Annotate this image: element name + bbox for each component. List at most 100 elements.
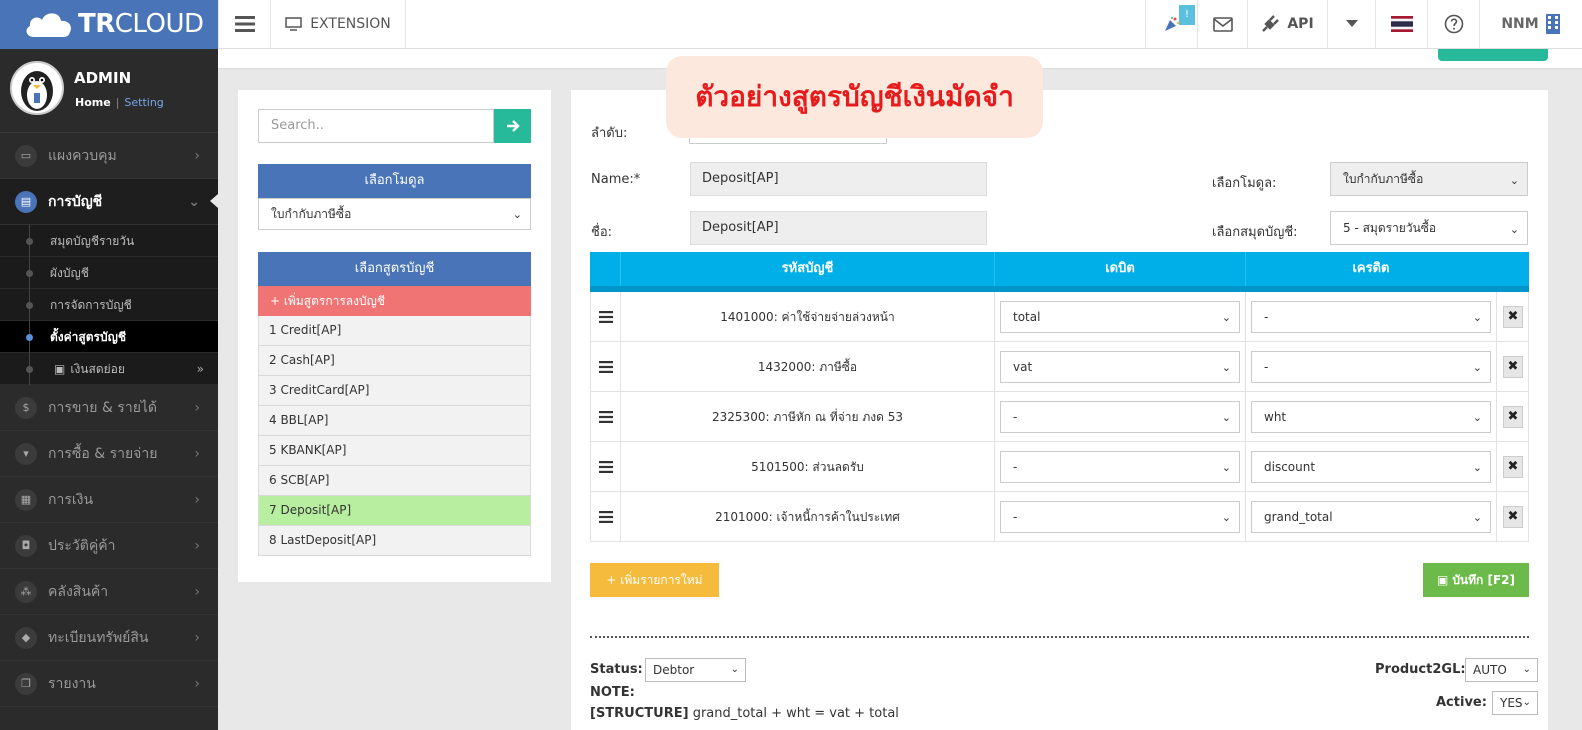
debit-select[interactable]: - ⌄ (1000, 401, 1240, 433)
sidebar-subitem-journal[interactable]: สมุดบัญชีรายวัน (0, 225, 218, 257)
chevron-down-icon: ⌄ (1522, 664, 1531, 675)
help-button[interactable] (1427, 0, 1479, 48)
mail-button[interactable] (1197, 0, 1247, 48)
home-link[interactable]: Home (75, 96, 111, 109)
sidebar-subitem-petty-cash[interactable]: ▣ เงินสดย่อย » (0, 353, 218, 385)
journal-select[interactable]: 5 - สมุดรายวันซื้อ ⌄ (1330, 211, 1528, 245)
status-select[interactable]: Debtor ⌄ (645, 658, 746, 682)
account-cell: 2325300: ภาษีหัก ณ ที่จ่าย ภงด 53 (621, 392, 995, 442)
bullet-icon (26, 302, 33, 309)
dropdown-button[interactable] (1327, 0, 1375, 48)
debit-select[interactable]: vat ⌄ (1000, 351, 1240, 383)
chevron-right-icon: › (194, 446, 200, 462)
formula-item[interactable]: 4 BBL[AP] (258, 406, 531, 436)
sidebar-item-sales[interactable]: $ การขาย & รายได้ › (0, 385, 218, 431)
user-menu[interactable]: NNM (1479, 0, 1582, 48)
table-row: 2101000: เจ้าหนี้การค้าในประเทศ - ⌄ grand_t… (590, 492, 1529, 542)
extension-button[interactable]: EXTENSION (270, 0, 406, 48)
chevron-down-icon: ⌄ (188, 194, 200, 210)
active-value: YES (1500, 696, 1523, 710)
search-input[interactable]: Search.. (258, 109, 494, 143)
credit-column-header: เครดิต (1245, 252, 1496, 286)
chevron-down-icon: ⌄ (1221, 511, 1231, 524)
close-icon: ✖ (1507, 509, 1519, 524)
delete-row-button[interactable]: ✖ (1503, 506, 1523, 528)
delete-row-button[interactable]: ✖ (1503, 456, 1523, 478)
credit-select[interactable]: discount ⌄ (1251, 451, 1491, 483)
credit-select[interactable]: grand_total ⌄ (1251, 501, 1491, 533)
module-select[interactable]: ใบกำกับภาษีซื้อ ⌄ (258, 198, 531, 230)
name-field[interactable]: Deposit[AP] (690, 162, 987, 196)
delete-row-button[interactable]: ✖ (1503, 356, 1523, 378)
product2gl-select[interactable]: AUTO ⌄ (1465, 658, 1538, 682)
close-icon: ✖ (1507, 359, 1519, 374)
drag-handle[interactable] (591, 292, 621, 342)
sidebar-subitem-chart-of-accounts[interactable]: ผังบัญชี (0, 257, 218, 289)
api-button[interactable]: API (1247, 0, 1327, 48)
arrow-right-icon (506, 120, 520, 132)
sidebar-item-reports[interactable]: ❐ รายงาน › (0, 661, 218, 707)
module-select-readonly[interactable]: ใบกำกับภาษีซื้อ ⌄ (1330, 162, 1528, 196)
delete-row-button[interactable]: ✖ (1503, 306, 1523, 328)
formula-item[interactable]: 2 Cash[AP] (258, 346, 531, 376)
table-row: 2325300: ภาษีหัก ณ ที่จ่าย ภงด 53- ⌄ wht ⌄ ✖ (590, 392, 1529, 442)
credit-select[interactable]: - ⌄ (1251, 351, 1491, 383)
formula-item[interactable]: 3 CreditCard[AP] (258, 376, 531, 406)
sidebar-subitem-label: สมุดบัญชีรายวัน (50, 234, 135, 248)
language-button[interactable] (1375, 0, 1427, 48)
sidebar-item-purchases[interactable]: ▾ การซื้อ & รายจ่าย › (0, 431, 218, 477)
sidebar-subitem-account-management[interactable]: การจัดการบัญชี (0, 289, 218, 321)
debit-select[interactable]: total ⌄ (1000, 301, 1240, 333)
formula-item[interactable]: 5 KBANK[AP] (258, 436, 531, 466)
sidebar-item-accounting[interactable]: ▤ การบัญชี ⌄ (0, 179, 218, 225)
example-banner: ตัวอย่างสูตรบัญชีเงินมัดจำ (666, 56, 1043, 138)
add-formula-button[interactable]: + เพิ่มสูตรการลงบัญชี (258, 286, 531, 316)
add-row-button[interactable]: + เพิ่มรายการใหม่ (590, 563, 719, 597)
drag-handle[interactable] (591, 342, 621, 392)
formula-item-active[interactable]: 7 Deposit[AP] (258, 496, 531, 526)
formula-item[interactable]: 1 Credit[AP] (258, 316, 531, 346)
chevron-down-icon: ⌄ (1221, 461, 1231, 474)
search-button[interactable] (494, 109, 531, 143)
user-label: NNM (1501, 16, 1539, 32)
save-button[interactable]: ▣ บันทึก [F2] (1423, 563, 1529, 597)
menu-toggle-button[interactable] (218, 0, 270, 48)
save-icon: ▣ (1436, 573, 1449, 587)
calendar-icon: ▦ (15, 489, 37, 511)
table-row: 1432000: ภาษีซื้อ vat ⌄ - ⌄ ✖ (590, 342, 1529, 392)
top-bar: TRCLOUD EXTENSION ! API NNM (0, 0, 1582, 49)
avatar[interactable] (10, 61, 64, 115)
sidebar-item-dashboard[interactable]: ▭ แผงควบคุม › (0, 133, 218, 179)
sidebar-subitem-formula-settings[interactable]: ตั้งค่าสูตรบัญชี (0, 321, 218, 353)
journal-value: 5 - สมุดรายวันซื้อ (1343, 221, 1437, 235)
active-indicator-arrow (210, 194, 218, 208)
credit-select[interactable]: - ⌄ (1251, 301, 1491, 333)
credit-select[interactable]: wht ⌄ (1251, 401, 1491, 433)
id-card-icon: ▣ (54, 362, 66, 376)
sidebar-item-label: การเงิน (48, 492, 94, 508)
sidebar-item-inventory[interactable]: ⁂ คลังสินค้า › (0, 569, 218, 615)
debit-select[interactable]: - ⌄ (1000, 451, 1240, 483)
sidebar-item-assets[interactable]: ◆ ทะเบียนทรัพย์สิน › (0, 615, 218, 661)
drag-handle[interactable] (591, 442, 621, 492)
delete-row-button[interactable]: ✖ (1503, 406, 1523, 428)
credit-value: wht (1264, 410, 1287, 424)
credit-value: - (1264, 360, 1269, 374)
formula-item[interactable]: 6 SCB[AP] (258, 466, 531, 496)
sidebar-item-partners[interactable]: ◘ ประวัติคู่ค้า › (0, 523, 218, 569)
active-select[interactable]: YES ⌄ (1492, 691, 1538, 715)
drag-handle[interactable] (591, 492, 621, 542)
formula-item[interactable]: 8 LastDeposit[AP] (258, 526, 531, 556)
sidebar-item-label: ทะเบียนทรัพย์สิน (48, 630, 149, 646)
logo[interactable]: TRCLOUD (0, 0, 218, 49)
notification-button[interactable]: ! (1145, 0, 1197, 48)
thai-name-field[interactable]: Deposit[AP] (690, 211, 987, 245)
debit-select[interactable]: - ⌄ (1000, 501, 1240, 533)
sidebar-item-finance[interactable]: ▦ การเงิน › (0, 477, 218, 523)
formula-table: รหัสบัญชี เดบิต เครดิต 1401000: ค่าใช้จ่… (590, 252, 1529, 542)
drag-handle[interactable] (591, 392, 621, 442)
credit-value: - (1264, 310, 1269, 324)
header-action-button[interactable] (1438, 49, 1548, 61)
setting-link[interactable]: Setting (124, 96, 163, 109)
monitor-icon: ▭ (15, 145, 37, 167)
